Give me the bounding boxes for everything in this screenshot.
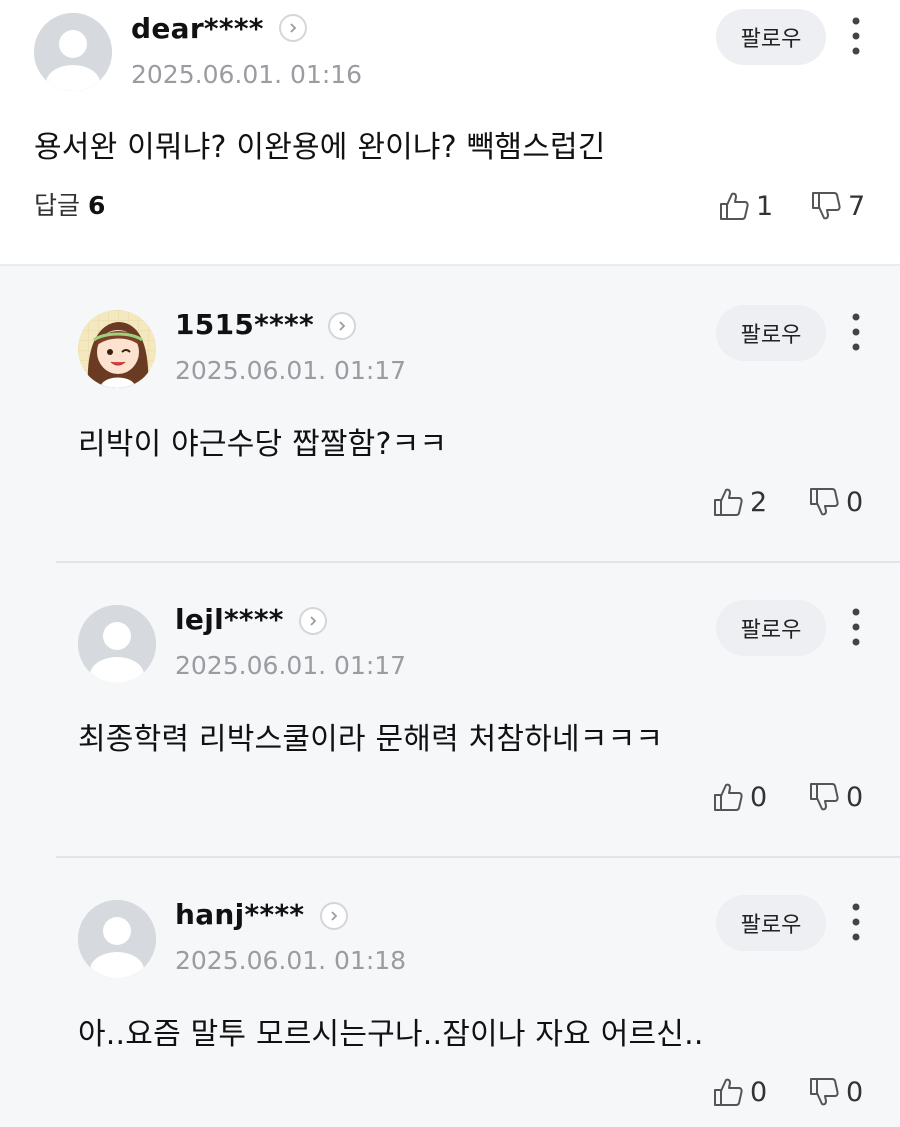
more-options-icon[interactable]: [849, 16, 863, 56]
dislike-button[interactable]: 0: [808, 484, 863, 520]
default-avatar-icon[interactable]: [78, 605, 156, 683]
like-count: 0: [750, 1076, 768, 1108]
replies-section: 1515**** 2025.06.01. 01:17 팔로우 리박이 야근수당 …: [0, 264, 900, 1127]
reply-timestamp: 2025.06.01. 01:17: [175, 356, 407, 385]
like-button[interactable]: 0: [712, 779, 767, 815]
more-options-icon[interactable]: [849, 902, 863, 942]
reply-item: hanj**** 2025.06.01. 01:18 팔로우 아..요즘 말투 …: [56, 856, 900, 1127]
reply-count-button[interactable]: 답글 6: [34, 186, 105, 222]
default-avatar-icon[interactable]: [78, 900, 156, 978]
comment-thread: dear**** 2025.06.01. 01:16 팔로우 용서완 이뭐냐? …: [0, 0, 900, 1127]
dislike-button[interactable]: 0: [808, 1074, 863, 1110]
dislike-count: 0: [846, 1076, 864, 1108]
like-button[interactable]: 1: [718, 188, 773, 224]
like-button[interactable]: 2: [712, 484, 767, 520]
reply-item: 1515**** 2025.06.01. 01:17 팔로우 리박이 야근수당 …: [56, 266, 900, 561]
dislike-count: 0: [846, 486, 864, 518]
thumbs-down-icon: [810, 1078, 839, 1106]
profile-chevron-icon[interactable]: [320, 902, 348, 930]
reply-username[interactable]: 1515****: [175, 308, 314, 341]
reply-timestamp: 2025.06.01. 01:17: [175, 651, 407, 680]
reply-item: lejl**** 2025.06.01. 01:17 팔로우 최종학력 리박스쿨…: [56, 561, 900, 856]
follow-button[interactable]: 팔로우: [716, 9, 826, 65]
profile-chevron-icon[interactable]: [279, 14, 307, 42]
follow-button[interactable]: 팔로우: [716, 600, 826, 656]
thumbs-down-icon: [810, 488, 839, 516]
reply-count: 6: [87, 191, 106, 220]
thumbs-up-icon: [720, 192, 749, 220]
like-count: 2: [750, 486, 768, 518]
comment-username[interactable]: dear****: [131, 12, 264, 45]
thumbs-down-icon: [810, 783, 839, 811]
comment-text: 용서완 이뭐냐? 이완용에 완이냐? 빽햄스럽긴: [34, 130, 606, 165]
dislike-count: 7: [848, 190, 866, 222]
comment-timestamp: 2025.06.01. 01:16: [131, 60, 363, 89]
thumbs-up-icon: [714, 488, 743, 516]
reply-text: 최종학력 리박스쿨이라 문해력 처참하네ㅋㅋㅋ: [78, 722, 664, 757]
like-count: 0: [750, 781, 768, 813]
like-button[interactable]: 0: [712, 1074, 767, 1110]
dislike-button[interactable]: 0: [808, 779, 863, 815]
comment: dear**** 2025.06.01. 01:16 팔로우 용서완 이뭐냐? …: [0, 0, 900, 264]
like-count: 1: [756, 190, 774, 222]
cartoon-girl-avatar[interactable]: [78, 310, 156, 388]
dislike-count: 0: [846, 781, 864, 813]
default-avatar-icon[interactable]: [34, 13, 112, 91]
more-options-icon[interactable]: [849, 312, 863, 352]
follow-button[interactable]: 팔로우: [716, 305, 826, 361]
thumbs-up-icon: [714, 783, 743, 811]
reply-text: 리박이 야근수당 짭짤함?ㅋㅋ: [78, 427, 448, 462]
reply-username[interactable]: lejl****: [175, 603, 284, 636]
dislike-button[interactable]: 7: [810, 188, 865, 224]
follow-button[interactable]: 팔로우: [716, 895, 826, 951]
reply-label: 답글: [34, 191, 81, 220]
reply-text: 아..요즘 말투 모르시는구나..잠이나 자요 어르신..: [78, 1017, 704, 1052]
reply-timestamp: 2025.06.01. 01:18: [175, 946, 407, 975]
more-options-icon[interactable]: [849, 607, 863, 647]
profile-chevron-icon[interactable]: [328, 312, 356, 340]
profile-chevron-icon[interactable]: [299, 607, 327, 635]
thumbs-down-icon: [812, 192, 841, 220]
reply-username[interactable]: hanj****: [175, 898, 304, 931]
thumbs-up-icon: [714, 1078, 743, 1106]
